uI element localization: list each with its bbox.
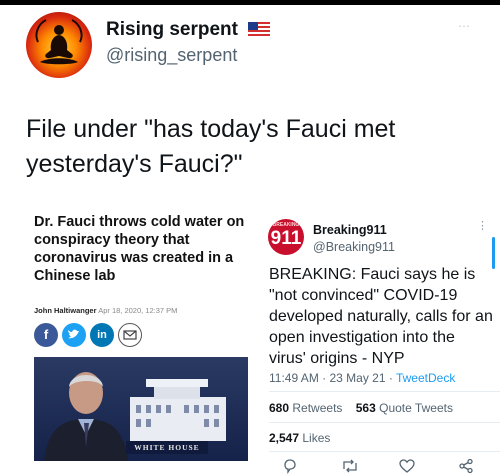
reply-icon[interactable]	[282, 458, 298, 474]
likes-stat[interactable]: 2,547 Likes	[269, 431, 330, 445]
divider	[269, 451, 500, 452]
inner-tweet-text: BREAKING: Fauci says he is "not convince…	[269, 266, 493, 367]
article-photo: WHITE HOUSE	[34, 357, 248, 461]
embedded-screenshot[interactable]: Dr. Fauci throws cold water on conspirac…	[26, 203, 500, 474]
inner-user-handle[interactable]: @Breaking911	[313, 240, 395, 254]
breaking911-avatar[interactable]: BREAKING 911	[268, 219, 304, 255]
display-name[interactable]: Rising serpent	[106, 19, 238, 41]
engagement-stats: 680 Retweets 563 Quote Tweets	[269, 401, 453, 415]
like-heart-icon[interactable]	[399, 458, 415, 474]
more-options-icon[interactable]: ⋯	[458, 19, 472, 33]
retweet-icon[interactable]	[341, 458, 359, 474]
divider	[269, 391, 500, 392]
meditating-figure-icon	[35, 19, 83, 65]
article-author: John Haltiwanger	[34, 306, 97, 315]
twitter-icon	[62, 323, 86, 347]
article-date: Apr 18, 2020, 12:37 PM	[98, 306, 178, 315]
article-headline: Dr. Fauci throws cold water on conspirac…	[34, 214, 245, 284]
divider	[269, 422, 500, 423]
inner-display-name[interactable]: Breaking911	[313, 223, 387, 237]
us-flag-icon	[248, 22, 270, 37]
inner-tweet-timestamp: 11:49 AM · 23 May 21 · TweetDeck	[269, 371, 456, 385]
photo-sign: WHITE HOUSE	[126, 441, 208, 454]
tweet-source-link[interactable]: TweetDeck	[396, 371, 455, 385]
inner-more-options-icon[interactable]: ⋮	[477, 219, 488, 232]
tweet-text: File under "has today's Fauci met yester…	[26, 115, 396, 178]
linkedin-icon: in	[90, 323, 114, 347]
article-byline: John Haltiwanger Apr 18, 2020, 12:37 PM	[34, 306, 177, 315]
user-handle[interactable]: @rising_serpent	[106, 45, 237, 66]
top-bar	[0, 0, 500, 5]
profile-avatar[interactable]	[26, 12, 92, 78]
email-icon	[118, 323, 142, 347]
facebook-icon: f	[34, 323, 58, 347]
share-icon[interactable]	[458, 458, 474, 474]
quote-tweets-stat[interactable]: 563 Quote Tweets	[356, 401, 453, 415]
retweets-stat[interactable]: 680 Retweets	[269, 401, 342, 415]
